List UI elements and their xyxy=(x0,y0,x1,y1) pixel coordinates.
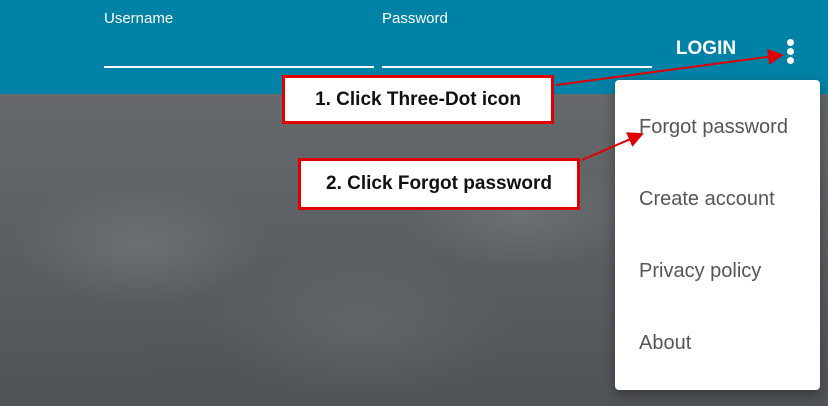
password-input[interactable] xyxy=(382,34,652,68)
dot-middle xyxy=(787,48,794,55)
username-label: Username xyxy=(104,10,174,27)
password-label: Password xyxy=(382,10,448,27)
dot-bottom xyxy=(787,57,794,64)
dot-top xyxy=(787,39,794,46)
annotation-step-2: 2. Click Forgot password xyxy=(298,158,580,210)
menu-item-create-account[interactable]: Create account xyxy=(615,163,820,235)
menu-item-forgot-password[interactable]: Forgot password xyxy=(615,91,820,163)
menu-item-about[interactable]: About xyxy=(615,307,820,379)
login-button[interactable]: LOGIN xyxy=(660,32,752,66)
username-input[interactable] xyxy=(104,34,374,68)
screen: Username Password LOGIN Forgot password … xyxy=(0,0,828,406)
three-dot-vertical-icon[interactable] xyxy=(776,35,804,67)
annotation-step-1: 1. Click Three-Dot icon xyxy=(282,75,554,124)
overflow-menu: Forgot password Create account Privacy p… xyxy=(615,80,820,390)
menu-item-privacy-policy[interactable]: Privacy policy xyxy=(615,235,820,307)
